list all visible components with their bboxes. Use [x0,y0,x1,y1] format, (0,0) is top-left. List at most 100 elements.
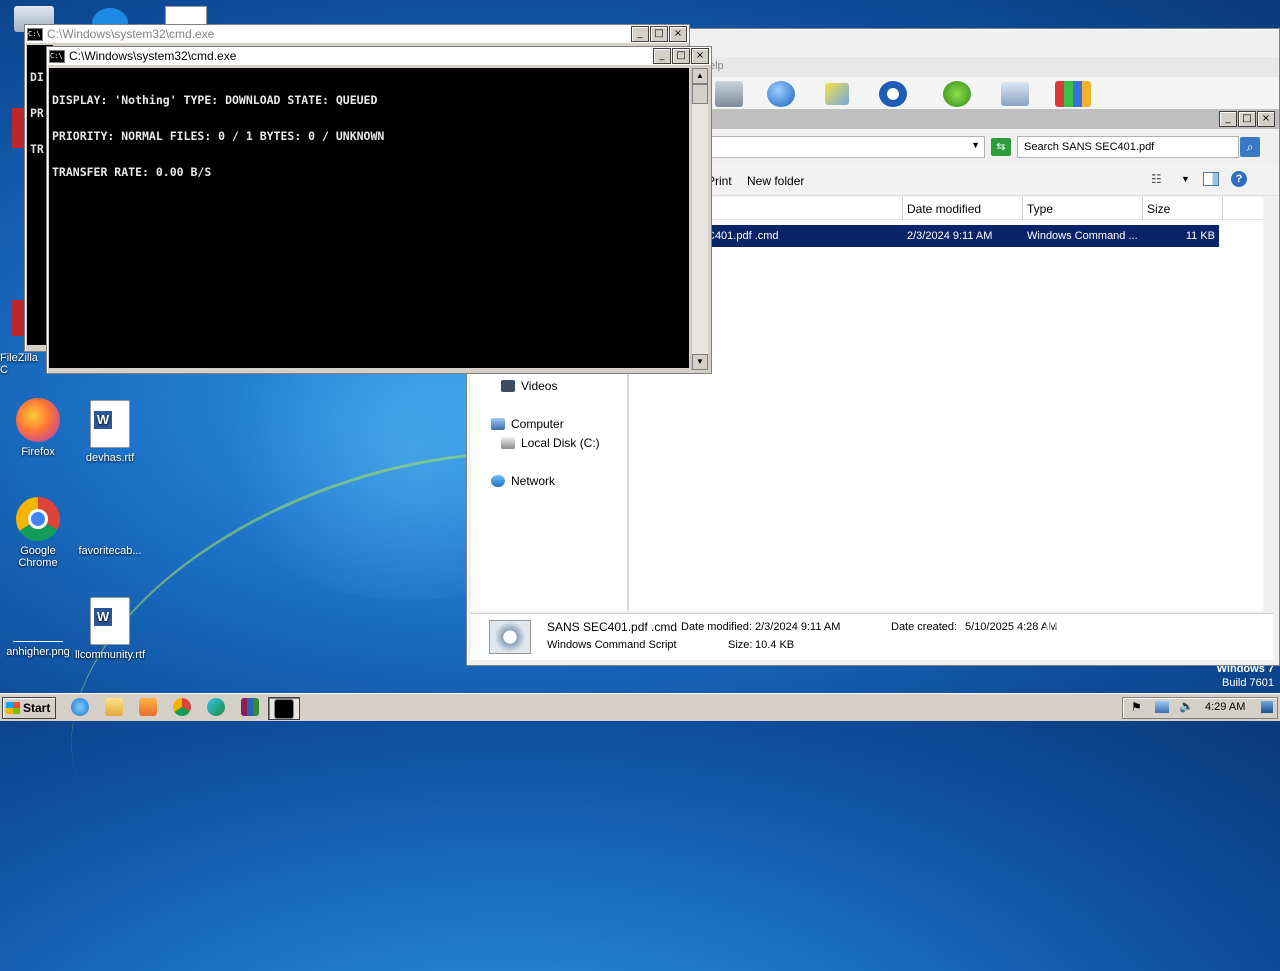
cmd-front-line-2: PRIORITY: NORMAL FILES: 0 / 1 BYTES: 0 /… [52,129,385,143]
preview-pane-icon[interactable] [1203,172,1219,186]
desktop-icon-filezilla[interactable]: FileZilla C [0,352,44,376]
cmd-back-maximize-button[interactable]: □ [650,26,668,42]
help-icon[interactable]: ? [1231,171,1247,187]
nav-computer-label: Computer [511,417,564,431]
search-icon[interactable]: ⌕ [1240,137,1260,157]
cmd-back-title: C:\Windows\system32\cmd.exe [47,27,215,41]
desktop-icon-devhas[interactable]: devhas.rtf [72,400,148,464]
taskbar-media-button[interactable] [134,697,162,718]
nav-item-local-disk[interactable]: Local Disk (C:) [501,436,600,450]
blank-file-icon [88,497,132,541]
watermark-line2: Build 7601 [1222,677,1274,689]
details-kind: Windows Command Script [547,639,677,651]
firefox-label: Firefox [21,446,55,458]
explorer-minimize-button[interactable]: _ [1219,111,1237,127]
favoritecab-label: favoritecab... [78,545,142,557]
desktop-icon-anhigher[interactable]: anhigher.png [0,597,76,658]
new-folder-button[interactable]: New folder [747,174,804,188]
cmd-back-titlebar[interactable]: C:\ C:\Windows\system32\cmd.exe _ □ × [25,25,689,43]
table-row[interactable]: C401.pdf .cmd 2/3/2024 9:11 AM Windows C… [707,225,1219,247]
filezilla-label: FileZilla C [0,352,38,376]
view-dropdown-icon[interactable]: ▼ [1181,174,1190,184]
scroll-down-button[interactable]: ▼ [692,354,708,370]
cmd-front-maximize-button[interactable]: □ [672,48,690,64]
details-size-label: Size: [728,639,753,651]
view-options-icon[interactable]: ☷ [1151,172,1162,186]
taskbar-explorer-button[interactable] [100,697,128,718]
nav-disk-label: Local Disk (C:) [521,436,600,450]
folder-icon [105,698,123,716]
col-name-header[interactable] [707,197,903,219]
col-type-header[interactable]: Type [1023,197,1143,219]
nav-item-computer[interactable]: Computer [491,417,564,431]
explorer-titlebar[interactable]: _ □ × [707,109,1279,129]
chrome-label: Google Chrome [18,545,58,569]
bug-icon[interactable] [943,81,971,107]
books-icon[interactable] [1055,81,1091,107]
taskbar-cmd-button[interactable] [268,697,300,720]
cmd-front-scrollbar[interactable]: ▲ ▼ [691,68,708,370]
scroll-thumb[interactable] [692,84,708,104]
windows-watermark: Windows 7 Build 7601 [1217,662,1274,690]
list-icon[interactable] [1001,82,1029,106]
cmd-front-line-3: TRANSFER RATE: 0.00 B/S [52,165,212,179]
details-date-created-label: Date created: [891,621,958,633]
cmd-back-close-button[interactable]: × [669,26,687,42]
search-placeholder: Search SANS SEC401.pdf [1024,141,1155,153]
taskbar-chrome-button[interactable] [168,697,196,718]
desktop-icon-firefox[interactable]: Firefox [0,398,76,458]
nav-item-videos[interactable]: Videos [501,379,557,393]
llcommunity-label: llcommunity.rtf [74,649,146,661]
search-input[interactable]: Search SANS SEC401.pdf [1017,136,1239,158]
start-button[interactable]: Start [2,697,56,719]
clock[interactable]: 4:29 AM [1205,701,1245,713]
cmd-window-front[interactable]: C:\ C:\Windows\system32\cmd.exe _ □ × DI… [46,46,712,374]
desktop-icon-chrome[interactable]: Google Chrome [0,497,76,569]
col-size-header[interactable]: Size [1143,197,1223,219]
ie-icon [71,698,89,716]
address-dropdown-icon[interactable]: ▼ [971,140,980,150]
details-name: SANS SEC401.pdf .cmd [547,620,678,634]
anyrun-text: ANY RUN [1038,606,1243,653]
cmd-front-titlebar[interactable]: C:\ C:\Windows\system32\cmd.exe _ □ × [47,47,711,65]
explorer-maximize-button[interactable]: □ [1238,111,1256,127]
menu-strip: elp [707,57,1279,77]
disk-icon [501,437,515,449]
devhas-label: devhas.rtf [85,452,135,464]
explorer-close-button[interactable]: × [1257,111,1275,127]
flag-icon[interactable]: ⚑ [1131,700,1142,714]
volume-icon[interactable]: 🔈 [1179,699,1194,713]
computer-icon [491,418,505,430]
nav-item-network[interactable]: Network [491,474,555,488]
network-tray-icon[interactable] [1155,701,1169,713]
word-doc-icon [90,400,130,448]
cmd-taskbar-icon [274,699,294,719]
file-list[interactable] [629,197,1263,611]
taskbar-edge-button[interactable] [202,697,230,718]
address-bar[interactable]: ▼ [707,136,985,158]
row-date: 2/3/2024 9:11 AM [907,230,993,242]
network-icon [491,475,505,487]
row-name: C401.pdf .cmd [707,230,779,242]
refresh-button[interactable]: ⇆ [991,138,1011,156]
trash-icon[interactable] [715,81,743,107]
wand-icon[interactable] [825,83,849,105]
details-size: 10.4 KB [755,639,795,651]
col-date-header[interactable]: Date modified [903,197,1023,219]
cmd-front-line-1: DISPLAY: 'Nothing' TYPE: DOWNLOAD STATE:… [52,93,378,107]
show-desktop-icon[interactable] [1261,701,1273,713]
cmd-front-console[interactable]: DISPLAY: 'Nothing' TYPE: DOWNLOAD STATE:… [49,68,689,368]
cmd-front-close-button[interactable]: × [691,48,709,64]
scroll-up-button[interactable]: ▲ [692,68,708,84]
info-icon[interactable] [879,81,907,107]
globe-icon[interactable] [767,81,795,107]
list-header: Date modified Type Size [707,197,1263,220]
word-doc-icon-2 [90,597,130,645]
desktop-icon-favoritecab[interactable]: favoritecab... [72,497,148,557]
taskbar-winrar-button[interactable] [236,697,264,718]
desktop-icon-llcommunity[interactable]: llcommunity.rtf [72,597,148,661]
cmd-front-minimize-button[interactable]: _ [653,48,671,64]
nav-network-label: Network [511,474,556,488]
cmd-back-minimize-button[interactable]: _ [631,26,649,42]
taskbar-ie-button[interactable] [66,697,94,718]
